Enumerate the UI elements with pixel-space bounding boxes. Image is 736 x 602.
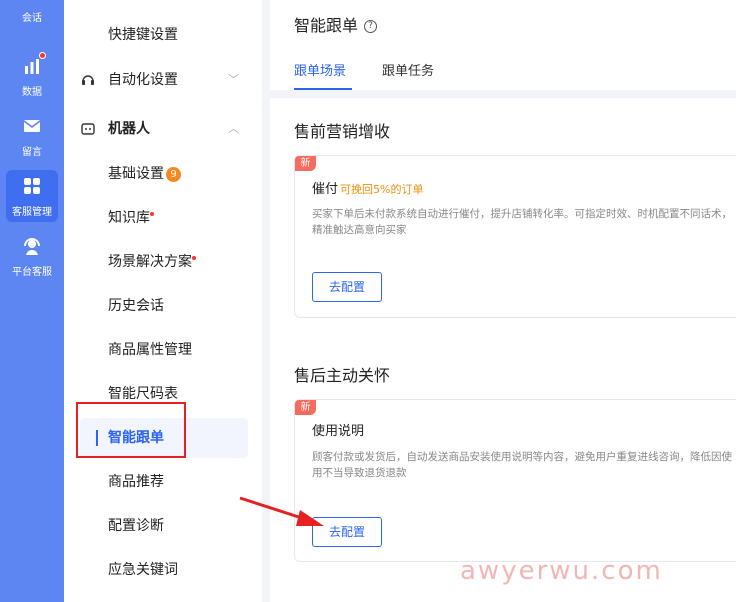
sidebar-item-label: 应急关键词 <box>108 562 178 578</box>
sidebar-item-label: 历史会话 <box>108 298 164 314</box>
sidebar-item-label: 场景解决方案 <box>108 254 192 270</box>
notification-dot <box>39 52 46 59</box>
sidebar-item-size-chart[interactable]: 智能尺码表 <box>64 374 262 414</box>
grid-icon <box>24 178 40 194</box>
rail-label: 留言 <box>22 147 42 158</box>
red-dot <box>192 256 196 260</box>
rail-label: 平台客服 <box>12 267 52 278</box>
sidebar-item-emergency-keywords[interactable]: 应急关键词 <box>64 550 262 590</box>
headphone-icon <box>82 75 94 85</box>
card-description: 顾客付款或发货后，自动发送商品安装使用说明等内容，避免用户重复进线咨询，降低因使… <box>312 451 732 479</box>
rail-label: 会话 <box>22 13 42 24</box>
headset-icon <box>24 238 40 255</box>
sidebar-item-smart-follow[interactable]: 智能跟单 <box>80 418 248 458</box>
tab-tasks[interactable]: 跟单任务 <box>382 60 434 79</box>
sidebar-item-label: 快捷键设置 <box>108 27 178 43</box>
card-highlight: 可挽回5%的订单 <box>340 183 424 196</box>
sidebar-item-product-attributes[interactable]: 商品属性管理 <box>64 330 262 370</box>
new-tag: 新 <box>295 156 316 171</box>
rail-item-data[interactable]: 数据 <box>6 50 58 102</box>
rail-label: 客服管理 <box>12 207 52 218</box>
watermark: awyerwu.com <box>460 556 663 586</box>
rail-item-chat[interactable]: 会话 <box>6 0 58 28</box>
card-title: 使用说明 <box>312 424 365 439</box>
card-usage-instructions: 新 使用说明 顾客付款或发货后，自动发送商品安装使用说明等内容，避免用户重复进线… <box>294 399 736 562</box>
help-icon[interactable]: ? <box>364 20 378 33</box>
sidebar-group-automation[interactable]: 自动化设置 ﹀ <box>64 60 262 100</box>
red-dot <box>150 212 154 216</box>
rail-item-service-management[interactable]: 客服管理 <box>6 170 58 222</box>
chevron-down-icon: ﹀ <box>228 73 239 86</box>
chevron-up-icon: ︿ <box>228 122 239 135</box>
app-rail: 会话 数据 留言 客服管理 平台客服 <box>0 0 64 602</box>
sidebar-item-scene-solutions[interactable]: 场景解决方案 <box>64 242 262 282</box>
sidebar-item-label: 基础设置 <box>108 166 164 182</box>
sidebar: 快捷键设置 自动化设置 ﹀ 机器人 ︿ 基础设置 9 知识库 场景解决方案 历史会… <box>64 0 262 602</box>
sidebar-item-label: 配置诊断 <box>108 518 164 534</box>
sidebar-item-history[interactable]: 历史会话 <box>64 286 262 326</box>
sidebar-item-label: 智能尺码表 <box>108 386 178 402</box>
main-panel: 智能跟单? 跟单场景 跟单任务 售前营销增收 新 催付 可挽回5%的订单 买家下单… <box>270 0 736 602</box>
card-description: 买家下单后未付款系统自动进行催付，提升店铺转化率。可指定时效、时机配置不同话术，… <box>312 208 732 236</box>
sidebar-item-product-recommend[interactable]: 商品推荐 <box>64 462 262 502</box>
sidebar-item-label: 自动化设置 <box>108 72 178 88</box>
card-title-text: 催付 <box>312 182 339 197</box>
bar-chart-icon <box>25 59 39 74</box>
robot-icon <box>81 123 95 135</box>
sidebar-item-label: 商品推荐 <box>108 474 164 490</box>
sidebar-item-label: 智能跟单 <box>108 430 164 446</box>
rail-item-message[interactable]: 留言 <box>6 110 58 162</box>
active-indicator <box>96 430 98 446</box>
section-title-presale: 售前营销增收 <box>294 122 391 141</box>
sidebar-item-basic-settings[interactable]: 基础设置 9 <box>64 154 262 194</box>
new-tag: 新 <box>295 400 316 415</box>
sidebar-item-label: 知识库 <box>108 210 150 226</box>
sidebar-item-config-diagnosis[interactable]: 配置诊断 <box>64 506 262 546</box>
card-title: 催付 可挽回5%的订单 <box>312 178 423 197</box>
rail-label: 数据 <box>22 87 42 98</box>
chat-icon <box>22 0 42 2</box>
mail-icon <box>23 120 41 132</box>
section-title-aftersale: 售后主动关怀 <box>294 366 391 385</box>
sidebar-item-label: 商品属性管理 <box>108 342 192 358</box>
configure-button[interactable]: 去配置 <box>312 272 382 302</box>
divider <box>270 90 736 98</box>
configure-button[interactable]: 去配置 <box>312 517 382 547</box>
page-title: 智能跟单? <box>294 12 378 36</box>
sidebar-item-shortcut[interactable]: 快捷键设置 <box>64 15 262 55</box>
rail-item-platform-service[interactable]: 平台客服 <box>6 230 58 282</box>
sidebar-item-knowledge[interactable]: 知识库 <box>64 198 262 238</box>
sidebar-item-label: 机器人 <box>108 121 150 137</box>
page-title-text: 智能跟单 <box>294 16 359 35</box>
tab-scenes[interactable]: 跟单场景 <box>294 60 346 79</box>
sidebar-group-robot[interactable]: 机器人 ︿ <box>64 109 262 149</box>
count-badge: 9 <box>166 166 181 182</box>
card-payment-reminder: 新 催付 可挽回5%的订单 买家下单后未付款系统自动进行催付，提升店铺转化率。可指… <box>294 155 736 318</box>
